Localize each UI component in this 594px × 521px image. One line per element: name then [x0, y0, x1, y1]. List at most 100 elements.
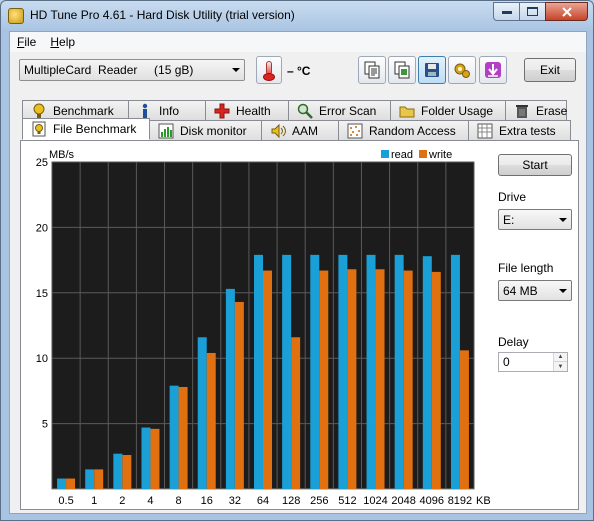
close-icon	[561, 6, 572, 17]
y-tick-label: 5	[42, 419, 48, 431]
delay-spin-buttons: ▲ ▼	[553, 353, 567, 371]
tab-file-benchmark-label: File Benchmark	[53, 122, 137, 136]
x-tick-label: 1	[91, 495, 97, 507]
tab-file-benchmark[interactable]: File Benchmark	[22, 118, 150, 140]
minimize-button[interactable]	[493, 2, 519, 21]
read-bar	[57, 478, 67, 489]
x-tick-label: 2	[119, 495, 125, 507]
copy-text-button[interactable]	[358, 56, 386, 84]
chevron-down-icon	[559, 289, 567, 293]
file-benchmark-icon	[31, 121, 47, 137]
tab-disk-monitor-label: Disk monitor	[180, 123, 247, 138]
spin-up-icon[interactable]: ▲	[554, 353, 567, 362]
chevron-down-icon	[232, 68, 240, 72]
menu-help[interactable]: Help	[43, 35, 82, 49]
extra-tests-icon	[477, 123, 493, 139]
tab-random-access[interactable]: Random Access	[338, 120, 469, 140]
tab-benchmark[interactable]: Benchmark	[22, 100, 129, 120]
app-window: HD Tune Pro 4.61 - Hard Disk Utility (tr…	[0, 0, 594, 521]
write-bar	[206, 352, 216, 489]
tab-info-label: Info	[159, 103, 180, 118]
maximize-button[interactable]	[519, 2, 545, 21]
disk-monitor-icon	[158, 123, 174, 139]
read-bar	[85, 469, 95, 489]
x-tick-label: 2048	[391, 495, 415, 507]
x-tick-label: 4096	[420, 495, 444, 507]
x-tick-label: 64	[257, 495, 269, 507]
aam-icon	[270, 123, 286, 139]
x-tick-label: 32	[229, 495, 241, 507]
write-bar	[403, 270, 413, 489]
close-button[interactable]	[545, 2, 588, 21]
write-legend-label: write	[428, 149, 452, 161]
tab-benchmark-label: Benchmark	[53, 103, 114, 118]
file-length-value: 64 MB	[503, 283, 538, 298]
tab-erase[interactable]: Erase	[505, 100, 567, 120]
tab-disk-monitor[interactable]: Disk monitor	[149, 120, 262, 140]
read-bar	[338, 254, 348, 489]
write-bar	[234, 301, 244, 489]
options-button[interactable]	[448, 56, 476, 84]
tab-row-bottom: File Benchmark Disk monitor AAM Random A…	[22, 118, 571, 140]
delay-value: 0	[503, 355, 510, 369]
temperature-button[interactable]	[256, 56, 282, 84]
start-button[interactable]: Start	[498, 154, 572, 176]
read-legend-swatch	[381, 150, 389, 158]
download-button[interactable]	[479, 56, 507, 84]
x-tick-label: 128	[282, 495, 300, 507]
menu-help-mnemonic: H	[50, 35, 60, 49]
exit-button[interactable]: Exit	[524, 58, 576, 82]
y-tick-label: 10	[36, 353, 48, 365]
tab-info[interactable]: Info	[128, 100, 206, 120]
menu-file[interactable]: File	[10, 35, 43, 49]
tab-folder-usage-label: Folder Usage	[421, 103, 494, 118]
read-bar	[422, 256, 432, 489]
write-bar	[375, 269, 385, 489]
tab-error-scan[interactable]: Error Scan	[288, 100, 391, 120]
read-bar	[394, 254, 404, 489]
tab-aam[interactable]: AAM	[261, 120, 339, 140]
app-logo-icon	[8, 8, 24, 24]
file-length-label: File length	[498, 261, 554, 275]
save-button[interactable]	[418, 56, 446, 84]
drive-dropdown[interactable]: MultipleCard Reader (15 gB)	[19, 59, 245, 81]
drive-select-value: E:	[503, 212, 515, 227]
y-axis-label: MB/s	[49, 149, 75, 161]
spin-down-icon[interactable]: ▼	[554, 362, 567, 371]
title-bar[interactable]: HD Tune Pro 4.61 - Hard Disk Utility (tr…	[1, 1, 593, 31]
minimize-icon	[501, 10, 512, 14]
window-title: HD Tune Pro 4.61 - Hard Disk Utility (tr…	[30, 8, 295, 22]
x-axis-unit: KB	[476, 495, 491, 507]
write-bar	[122, 454, 132, 489]
temperature-readout: – °C	[287, 64, 311, 78]
tab-health[interactable]: Health	[205, 100, 289, 120]
write-bar	[459, 350, 469, 489]
copy-text-icon	[364, 61, 380, 79]
x-tick-label: 0.5	[58, 495, 73, 507]
info-icon	[137, 103, 153, 119]
download-icon	[485, 62, 501, 78]
menu-bar: File Help	[10, 32, 586, 52]
health-icon	[214, 103, 230, 119]
tab-health-label: Health	[236, 103, 271, 118]
copy-image-icon	[394, 61, 410, 79]
tab-erase-label: Erase	[536, 103, 568, 118]
write-legend-swatch	[419, 150, 427, 158]
copy-image-button[interactable]	[388, 56, 416, 84]
read-bar	[141, 427, 151, 489]
delay-spinner[interactable]: 0 ▲ ▼	[498, 352, 568, 372]
read-bar	[197, 337, 207, 489]
tab-extra-tests[interactable]: Extra tests	[468, 120, 571, 140]
x-tick-label: 512	[338, 495, 356, 507]
read-bar	[282, 254, 292, 489]
drive-select[interactable]: E:	[498, 209, 572, 230]
x-tick-label: 1024	[363, 495, 387, 507]
read-legend-label: read	[391, 149, 413, 161]
tab-folder-usage[interactable]: Folder Usage	[390, 100, 506, 120]
y-tick-label: 15	[36, 288, 48, 300]
menu-file-label: ile	[24, 35, 37, 49]
file-length-select[interactable]: 64 MB	[498, 280, 572, 301]
tab-extra-tests-label: Extra tests	[499, 123, 556, 138]
write-bar	[94, 469, 104, 489]
write-bar	[66, 478, 76, 489]
